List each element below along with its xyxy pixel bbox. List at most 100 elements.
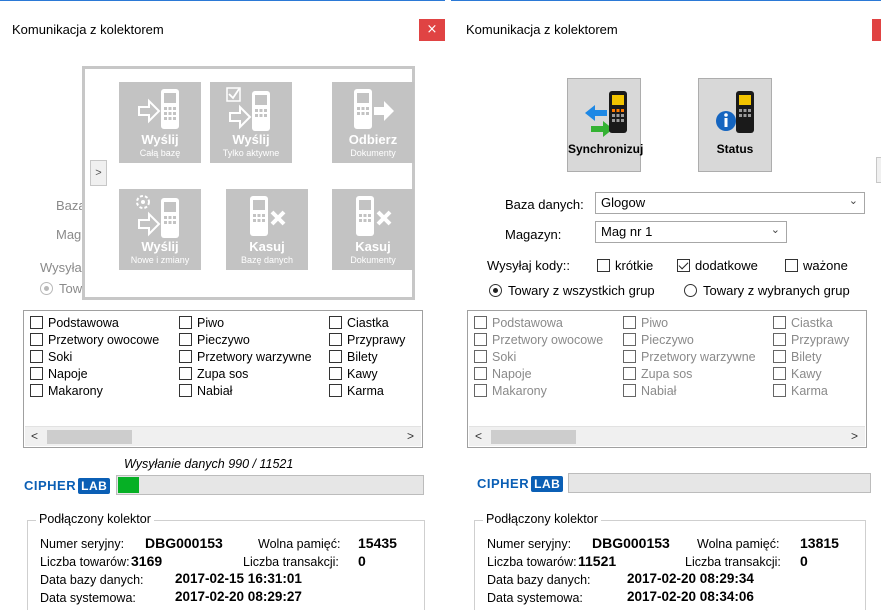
group-checkbox[interactable] [773, 333, 786, 346]
scroll-right-icon[interactable]: > [407, 429, 414, 443]
group-checkbox[interactable] [623, 350, 636, 363]
group-checkbox[interactable] [30, 316, 43, 329]
group-item[interactable]: Ciastka [329, 316, 389, 330]
group-checkbox[interactable] [179, 367, 192, 380]
code-weighed-checkbox[interactable] [785, 259, 798, 272]
group-item[interactable]: Soki [30, 350, 72, 364]
group-item[interactable]: Makarony [474, 384, 547, 398]
send-new-changes-tile[interactable]: Wyślij Nowe i zmiany [119, 189, 201, 270]
group-checkbox[interactable] [329, 350, 342, 363]
group-item[interactable]: Podstawowa [30, 316, 119, 330]
send-active-icon [226, 87, 270, 131]
delete-documents-tile[interactable]: Kasuj Dokumenty [332, 189, 414, 270]
code-extra-checkbox[interactable] [677, 259, 690, 272]
horizontal-scrollbar[interactable]: < > [469, 426, 865, 446]
radio-all-indicator[interactable] [489, 284, 502, 297]
group-item[interactable]: Przyprawy [773, 333, 849, 347]
code-short-option[interactable]: krótkie [597, 258, 653, 273]
serial-label: Numer seryjny: [487, 537, 572, 551]
group-checkbox[interactable] [179, 316, 192, 329]
group-item[interactable]: Piwo [623, 316, 668, 330]
radio-all-partial[interactable]: Tow [40, 281, 82, 296]
horizontal-scrollbar[interactable]: < > [25, 426, 421, 446]
group-checkbox[interactable] [623, 384, 636, 397]
status-button[interactable]: Status [698, 78, 772, 172]
group-checkbox[interactable] [30, 350, 43, 363]
group-item[interactable]: Kawy [773, 367, 822, 381]
radio-all-indicator[interactable] [40, 282, 53, 295]
group-item[interactable]: Zupa sos [623, 367, 692, 381]
send-active-tile[interactable]: Wyślij Tylko aktywne [210, 82, 292, 163]
group-item[interactable]: Makarony [30, 384, 103, 398]
group-item[interactable]: Bilety [329, 350, 378, 364]
radio-all-groups[interactable]: Towary z wszystkich grup [489, 283, 655, 298]
group-item[interactable]: Napoje [30, 367, 88, 381]
group-checkbox[interactable] [329, 316, 342, 329]
group-item[interactable]: Pieczywo [179, 333, 250, 347]
close-button[interactable]: × [872, 19, 881, 41]
group-item[interactable]: Nabiał [179, 384, 232, 398]
group-checkbox[interactable] [474, 384, 487, 397]
code-extra-option[interactable]: dodatkowe [677, 258, 758, 273]
group-item[interactable]: Kawy [329, 367, 378, 381]
scroll-thumb[interactable] [47, 430, 132, 444]
code-weighed-option[interactable]: ważone [785, 258, 848, 273]
scroll-left-icon[interactable]: < [31, 429, 38, 443]
receive-documents-tile[interactable]: Odbierz Dokumenty [332, 82, 414, 163]
group-item[interactable]: Napoje [474, 367, 532, 381]
radio-selected-groups[interactable]: Towary z wybranych grup [684, 283, 850, 298]
group-checkbox[interactable] [30, 384, 43, 397]
group-checkbox[interactable] [179, 350, 192, 363]
synchronize-button[interactable]: Synchronizuj [567, 78, 644, 172]
expand-popup-button[interactable]: > [90, 160, 107, 186]
group-label: Zupa sos [197, 367, 249, 381]
database-select[interactable]: Glogow ⌄ [595, 192, 865, 214]
group-label: Przetwory warzywne [197, 350, 312, 364]
group-item[interactable]: Przyprawy [329, 333, 405, 347]
group-item[interactable]: Piwo [179, 316, 224, 330]
group-item[interactable]: Ciastka [773, 316, 833, 330]
close-button[interactable]: × [419, 19, 445, 41]
group-checkbox[interactable] [474, 316, 487, 329]
group-checkbox[interactable] [773, 367, 786, 380]
group-checkbox[interactable] [329, 367, 342, 380]
group-checkbox[interactable] [30, 367, 43, 380]
group-checkbox[interactable] [474, 367, 487, 380]
group-checkbox[interactable] [623, 333, 636, 346]
group-checkbox[interactable] [30, 333, 43, 346]
delete-database-tile[interactable]: Kasuj Bazę danych [226, 189, 308, 270]
group-checkbox[interactable] [179, 333, 192, 346]
group-item[interactable]: Przetwory warzywne [623, 350, 756, 364]
send-all-tile[interactable]: Wyślij Całą bazę [119, 82, 201, 163]
warehouse-select[interactable]: Mag nr 1 ⌄ [595, 221, 787, 243]
sync-label: Synchronizuj [568, 142, 644, 156]
scroll-thumb[interactable] [491, 430, 576, 444]
group-checkbox[interactable] [474, 333, 487, 346]
group-checkbox[interactable] [179, 384, 192, 397]
group-item[interactable]: Podstawowa [474, 316, 563, 330]
group-checkbox[interactable] [623, 316, 636, 329]
group-checkbox[interactable] [773, 350, 786, 363]
group-item[interactable]: Karma [329, 384, 384, 398]
group-checkbox[interactable] [329, 333, 342, 346]
radio-selected-indicator[interactable] [684, 284, 697, 297]
code-short-checkbox[interactable] [597, 259, 610, 272]
group-checkbox[interactable] [773, 384, 786, 397]
group-item[interactable]: Soki [474, 350, 516, 364]
group-item[interactable]: Przetwory owocowe [474, 333, 603, 347]
group-item[interactable]: Przetwory owocowe [30, 333, 159, 347]
group-checkbox[interactable] [474, 350, 487, 363]
group-checkbox[interactable] [623, 367, 636, 380]
group-item[interactable]: Nabiał [623, 384, 676, 398]
scroll-right-icon[interactable]: > [851, 429, 858, 443]
group-item[interactable]: Bilety [773, 350, 822, 364]
group-checkbox[interactable] [773, 316, 786, 329]
collapse-panel-button[interactable] [876, 157, 881, 183]
group-item[interactable]: Przetwory warzywne [179, 350, 312, 364]
cipherlab-logo: CIPHER LAB [24, 478, 111, 494]
scroll-left-icon[interactable]: < [475, 429, 482, 443]
group-item[interactable]: Zupa sos [179, 367, 248, 381]
group-item[interactable]: Pieczywo [623, 333, 694, 347]
group-checkbox[interactable] [329, 384, 342, 397]
group-item[interactable]: Karma [773, 384, 828, 398]
